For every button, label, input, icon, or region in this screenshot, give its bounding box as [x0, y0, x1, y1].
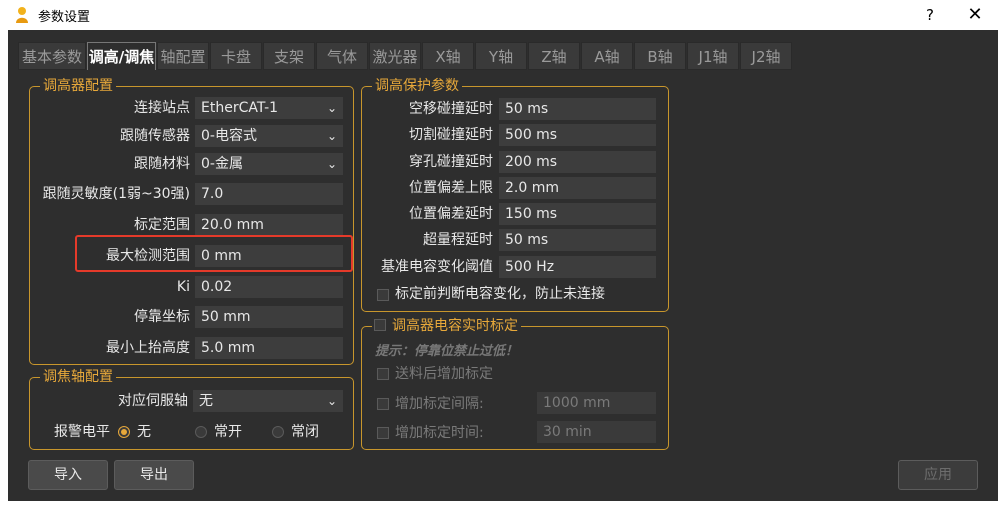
- park-warning-hint: 提示：停靠位禁止过低！: [375, 344, 519, 359]
- time-checkbox[interactable]: [377, 427, 389, 439]
- highlight-box: [75, 235, 353, 272]
- app-icon: [16, 7, 28, 23]
- tab-axis-config[interactable]: 轴配置: [157, 42, 209, 70]
- sensitivity-input[interactable]: 7.0: [195, 183, 343, 205]
- height-protection-group: 调高保护参数 空移碰撞延时 50 ms 切割碰撞延时 500 ms 穿孔碰撞延时…: [361, 77, 669, 312]
- pos-upper-input[interactable]: 2.0 mm: [499, 177, 656, 199]
- interval-checkbox[interactable]: [377, 398, 389, 410]
- tab-j1-axis[interactable]: J1轴: [687, 42, 739, 70]
- tab-z-axis[interactable]: Z轴: [528, 42, 580, 70]
- focus-axis-group: 调焦轴配置 对应伺服轴 无 ⌄ 报警电平 无 常开 常闭: [29, 368, 354, 450]
- realtime-calib-checkbox[interactable]: [374, 319, 386, 331]
- export-button[interactable]: 导出: [114, 460, 194, 490]
- station-value: EtherCAT-1: [201, 100, 279, 116]
- sensor-label: 跟随传感器: [120, 128, 190, 144]
- window-title: 参数设置: [38, 10, 91, 25]
- interval-label: 增加标定间隔:: [395, 396, 484, 412]
- calib-range-input[interactable]: 20.0 mm: [195, 214, 343, 236]
- time-input[interactable]: 30 min: [537, 421, 656, 443]
- servo-select[interactable]: 无 ⌄: [193, 390, 343, 412]
- tab-laser[interactable]: 激光器: [369, 42, 421, 70]
- time-label: 增加标定时间:: [395, 425, 484, 441]
- after-feed-checkbox[interactable]: [377, 368, 389, 380]
- cap-thresh-input[interactable]: 500 Hz: [499, 256, 656, 278]
- after-feed-label: 送料后增加标定: [395, 366, 493, 382]
- group-title: 调高保护参数: [372, 77, 462, 95]
- chevron-down-icon: ⌄: [326, 394, 337, 408]
- chevron-down-icon: ⌄: [326, 157, 337, 171]
- tab-b-axis[interactable]: B轴: [634, 42, 686, 70]
- tab-support[interactable]: 支架: [263, 42, 315, 70]
- pierce-delay-label: 穿孔碰撞延时: [409, 154, 493, 170]
- move-delay-label: 空移碰撞延时: [409, 101, 493, 117]
- calib-range-label: 标定范围: [134, 217, 190, 233]
- servo-label: 对应伺服轴: [118, 393, 188, 409]
- pre-check-checkbox[interactable]: [377, 289, 389, 301]
- sensor-value: 0-电容式: [201, 128, 257, 144]
- title-bar: 参数设置 ? ✕: [0, 0, 1006, 30]
- cap-thresh-label: 基准电容变化阈值: [381, 259, 493, 275]
- alarm-nc-label: 常闭: [291, 424, 319, 440]
- min-lift-label: 最小上抬高度: [106, 340, 190, 356]
- apply-button[interactable]: 应用: [898, 460, 978, 490]
- alarm-no-label: 常开: [214, 424, 242, 440]
- interval-input[interactable]: 1000 mm: [537, 392, 656, 414]
- group-title: 调高器配置: [40, 77, 116, 95]
- help-button[interactable]: ?: [907, 0, 953, 30]
- overrange-input[interactable]: 50 ms: [499, 229, 656, 251]
- servo-value: 无: [199, 393, 213, 409]
- tab-gas[interactable]: 气体: [316, 42, 368, 70]
- tab-j2-axis[interactable]: J2轴: [740, 42, 792, 70]
- alarm-none-radio[interactable]: [118, 426, 130, 438]
- dialog-body: 基本参数 调高/调焦 轴配置 卡盘 支架 气体 激光器 X轴 Y轴 Z轴 A轴 …: [8, 30, 998, 501]
- import-button[interactable]: 导入: [28, 460, 108, 490]
- tab-x-axis[interactable]: X轴: [422, 42, 474, 70]
- group-title: 调焦轴配置: [40, 368, 116, 386]
- ki-input[interactable]: 0.02: [195, 276, 343, 298]
- park-input[interactable]: 50 mm: [195, 306, 343, 328]
- pre-check-label: 标定前判断电容变化，防止未连接: [395, 286, 605, 302]
- material-label: 跟随材料: [134, 156, 190, 172]
- chevron-down-icon: ⌄: [326, 129, 337, 143]
- close-button[interactable]: ✕: [952, 0, 998, 30]
- sensitivity-label: 跟随灵敏度(1弱~30强): [42, 186, 190, 202]
- tab-height-focus[interactable]: 调高/调焦: [87, 42, 156, 70]
- ki-label: Ki: [176, 279, 190, 295]
- alarm-label: 报警电平: [54, 424, 110, 440]
- material-value: 0-金属: [201, 156, 243, 172]
- tab-chuck[interactable]: 卡盘: [210, 42, 262, 70]
- sensor-select[interactable]: 0-电容式 ⌄: [195, 125, 343, 147]
- overrange-label: 超量程延时: [423, 232, 493, 248]
- height-controller-group: 调高器配置 连接站点 EtherCAT-1 ⌄ 跟随传感器 0-电容式 ⌄ 跟随…: [29, 77, 354, 365]
- station-select[interactable]: EtherCAT-1 ⌄: [195, 97, 343, 119]
- move-delay-input[interactable]: 50 ms: [499, 98, 656, 120]
- station-label: 连接站点: [134, 100, 190, 116]
- tab-basic[interactable]: 基本参数: [18, 42, 86, 70]
- tab-a-axis[interactable]: A轴: [581, 42, 633, 70]
- realtime-calib-group: 调高器电容实时标定 提示：停靠位禁止过低！ 送料后增加标定 增加标定间隔: 10…: [361, 317, 669, 450]
- alarm-none-label: 无: [137, 424, 151, 440]
- chevron-down-icon: ⌄: [326, 101, 337, 115]
- cut-delay-label: 切割碰撞延时: [409, 127, 493, 143]
- tab-y-axis[interactable]: Y轴: [475, 42, 527, 70]
- pierce-delay-input[interactable]: 200 ms: [499, 151, 656, 173]
- cut-delay-input[interactable]: 500 ms: [499, 124, 656, 146]
- realtime-calib-title: 调高器电容实时标定: [392, 318, 518, 334]
- alarm-no-radio[interactable]: [195, 426, 207, 438]
- pos-delay-label: 位置偏差延时: [409, 206, 493, 222]
- alarm-nc-radio[interactable]: [272, 426, 284, 438]
- pos-upper-label: 位置偏差上限: [409, 180, 493, 196]
- pos-delay-input[interactable]: 150 ms: [499, 203, 656, 225]
- material-select[interactable]: 0-金属 ⌄: [195, 153, 343, 175]
- min-lift-input[interactable]: 5.0 mm: [195, 337, 343, 359]
- group-title-wrap: 调高器电容实时标定: [372, 317, 521, 335]
- park-label: 停靠坐标: [134, 309, 190, 325]
